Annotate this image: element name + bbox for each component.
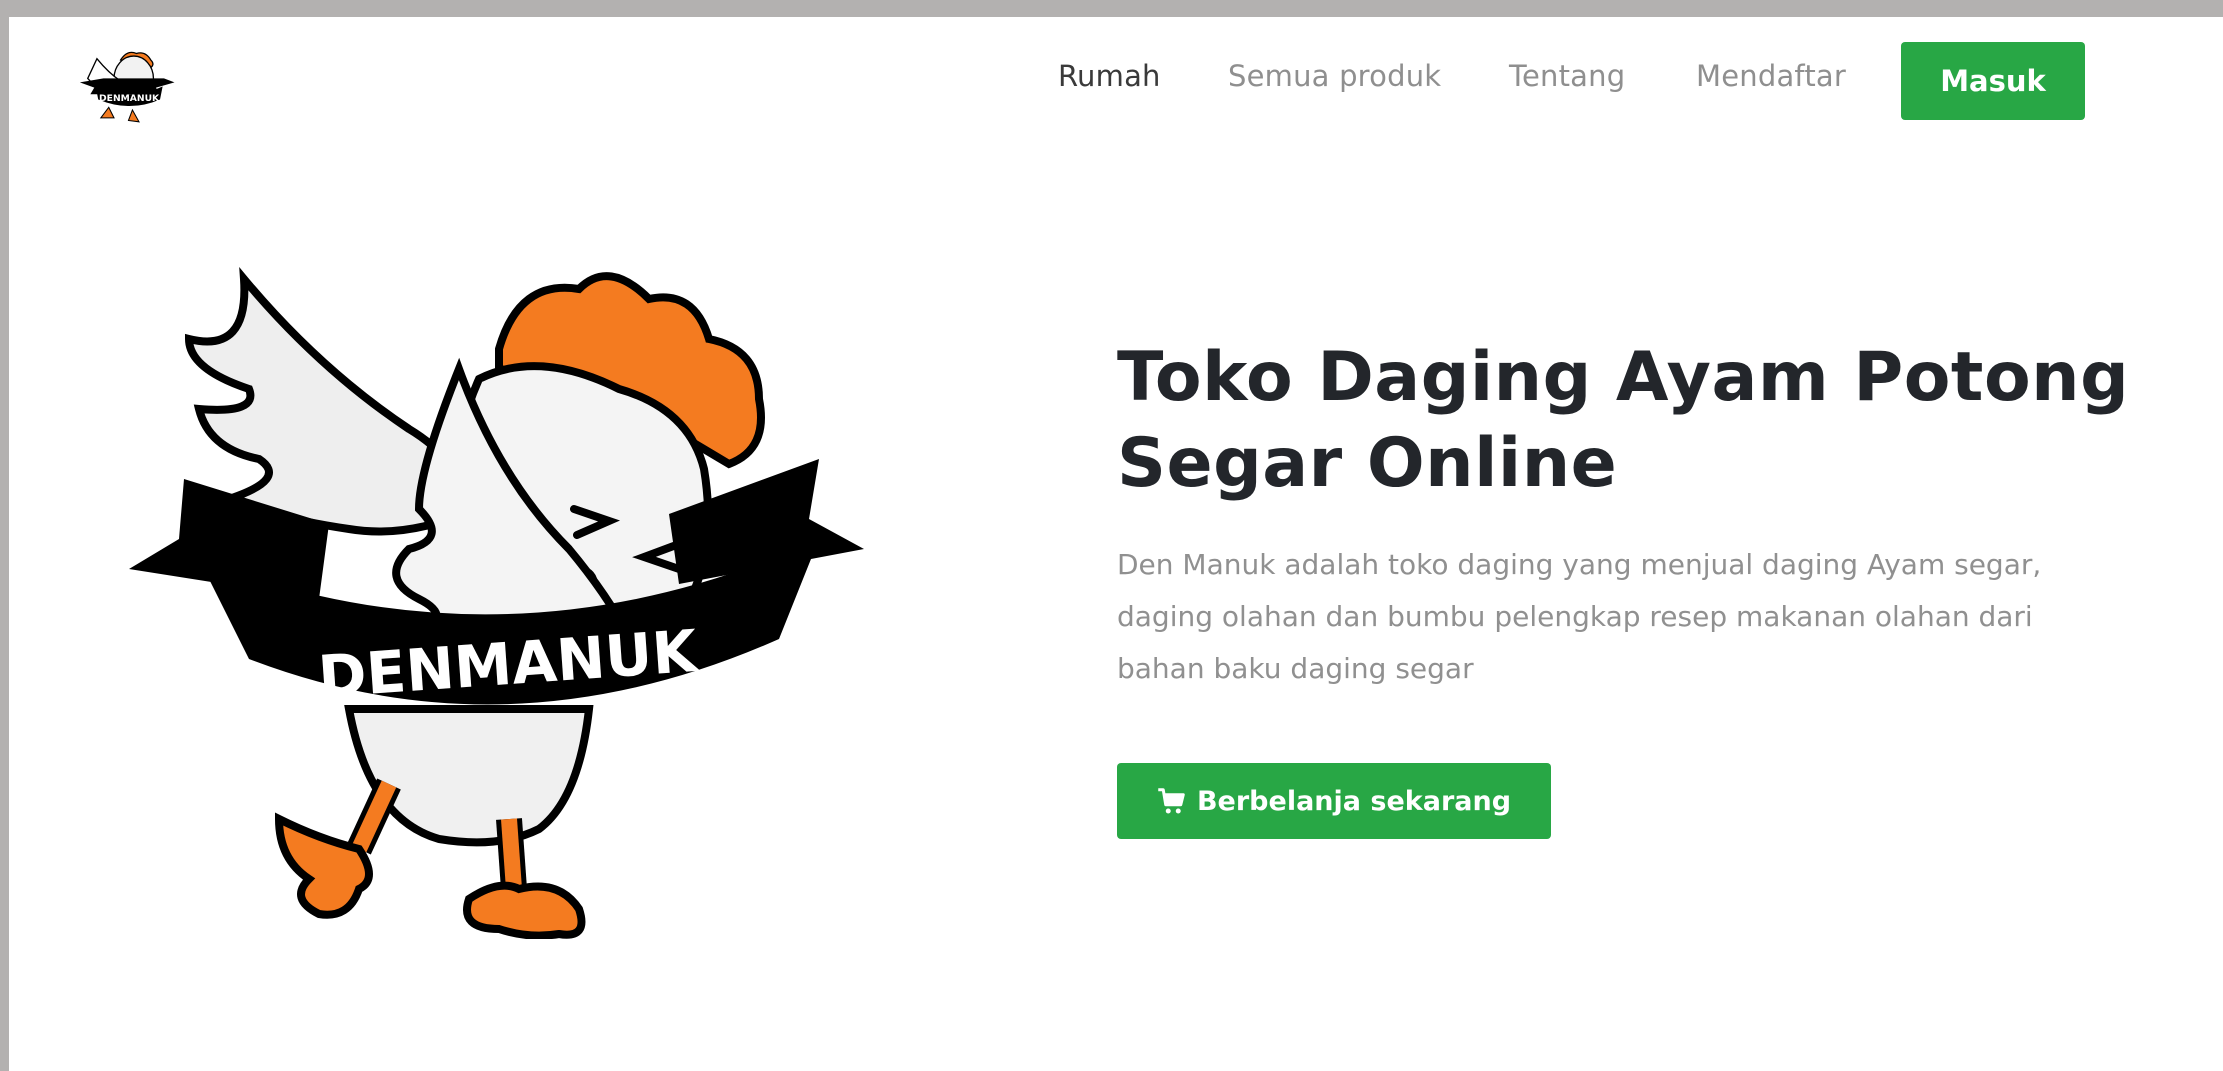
shop-now-label: Berbelanja sekarang [1196,785,1512,817]
hero-title: Toko Daging Ayam Potong Segar Online [1117,338,2130,503]
shop-now-button[interactable]: Berbelanja sekarang [1117,763,1551,839]
chicken-mascot-icon [79,51,175,123]
page: DENMANUK Rumah Semua produk Tentang Mend… [9,17,2223,1071]
navbar: DENMANUK Rumah Semua produk Tentang Mend… [9,17,2223,147]
nav-link-about[interactable]: Tentang [1509,59,1625,93]
nav-link-all-products[interactable]: Semua produk [1228,59,1441,93]
right-foot-shape [463,881,586,939]
svg-text:DENMANUK: DENMANUK [99,93,160,104]
hero-description: Den Manuk adalah toko daging yang menjua… [1117,548,2042,685]
nav-link-register[interactable]: Mendaftar [1696,59,1846,93]
nav-link-home[interactable]: Rumah [1058,59,1161,93]
login-button[interactable]: Masuk [1901,42,2085,120]
hero-logo: DENMANUK [129,266,864,939]
shopping-cart-icon [1158,788,1185,814]
brand-logo[interactable]: DENMANUK [74,39,179,131]
